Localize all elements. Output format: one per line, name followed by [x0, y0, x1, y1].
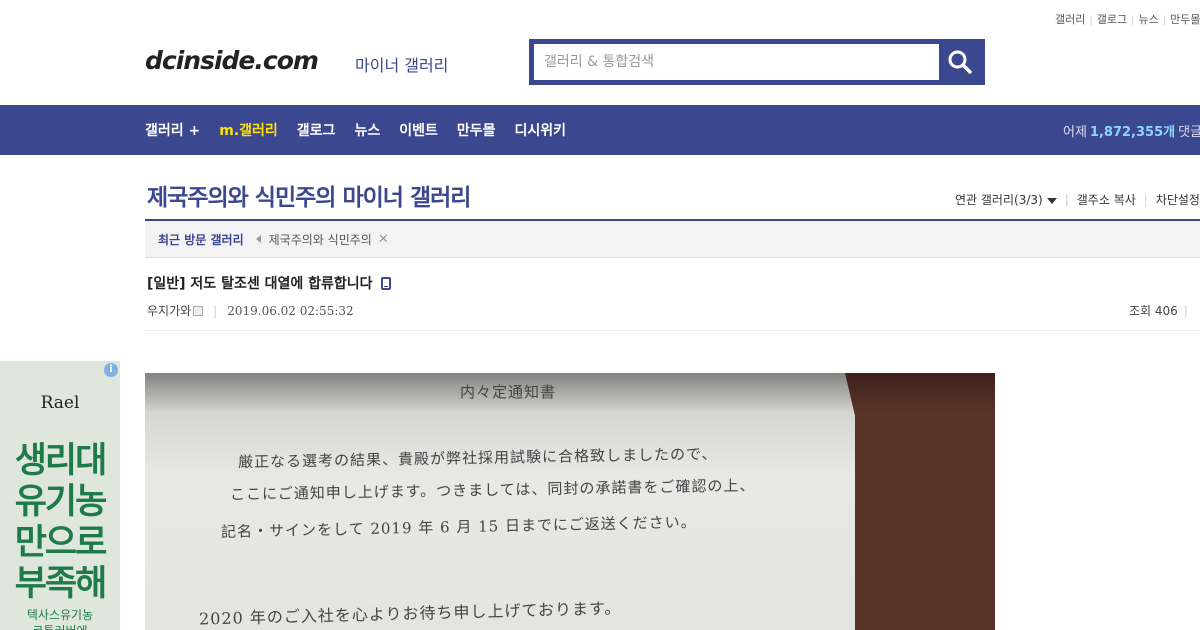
- related-gallery-button[interactable]: 연관 갤러리(3/3): [955, 191, 1057, 208]
- post-meta: 우지가와 | 2019.06.02 02:55:32: [147, 302, 354, 319]
- top-link-gallog[interactable]: 갤로그: [1097, 13, 1127, 26]
- main-nav: 갤러리 + m.갤러리 갤로그 뉴스 이벤트 만두몰 디시위키 어제 1,872…: [0, 105, 1200, 155]
- info-icon[interactable]: i: [104, 363, 118, 377]
- stats-value: 1,872,355개: [1089, 124, 1176, 140]
- nav-gallery[interactable]: 갤러리 +: [145, 120, 200, 140]
- copy-address-button[interactable]: 갤주소 복사: [1077, 191, 1136, 208]
- related-gallery-label: 연관 갤러리(3/3): [955, 193, 1043, 207]
- search-button[interactable]: [940, 44, 980, 80]
- ad-copy-line: 만으로: [14, 523, 108, 563]
- nav-stats: 어제 1,872,355개 댓글: [1063, 105, 1200, 155]
- gallery-tools: 연관 갤러리(3/3) | 갤주소 복사 | 차단설정: [955, 191, 1200, 208]
- ad-copy-line: 생리대: [14, 441, 108, 481]
- recent-gallery-label: 최근 방문 갤러리: [158, 232, 244, 247]
- ad-copy: 생리대 유기농 만으로 부족해: [0, 441, 120, 605]
- nav-event[interactable]: 이벤트: [399, 120, 438, 140]
- top-link-mall[interactable]: 만두몰: [1170, 13, 1200, 26]
- post-title: [일반] 저도 탈조센 대열에 합류합니다: [147, 273, 391, 293]
- image-shadow: [145, 373, 995, 413]
- post-author[interactable]: 우지가와: [147, 302, 191, 319]
- minor-gallery-label[interactable]: 마이너 갤러리: [355, 52, 448, 76]
- post-views: 조회 406: [1129, 304, 1178, 318]
- block-settings-button[interactable]: 차단설정: [1156, 191, 1200, 208]
- search-box: [529, 39, 985, 85]
- post-title-text: [일반] 저도 탈조센 대열에 합류합니다: [147, 276, 373, 292]
- search-icon: [948, 50, 972, 74]
- top-link-gallery[interactable]: 갤러리: [1055, 13, 1085, 26]
- nav-m-gallery[interactable]: m.갤러리: [219, 120, 278, 140]
- document-heading: 内々定通知書: [460, 383, 557, 401]
- side-ad[interactable]: i Rael 생리대 유기농 만으로 부족해 텍사스유기농 코튼커버에: [0, 361, 120, 630]
- gallery-title[interactable]: 제국주의와 식민주의 마이너 갤러리: [147, 178, 471, 212]
- post-image: 内々定通知書 厳正なる選考の結果、貴殿が弊社採用試験に合格致しましたので、 ここ…: [145, 373, 995, 630]
- site-logo[interactable]: dcinside.com: [145, 46, 319, 75]
- stats-label: 어제: [1063, 124, 1087, 140]
- top-link-news[interactable]: 뉴스: [1139, 13, 1159, 26]
- arrow-left-icon[interactable]: [255, 235, 261, 243]
- recent-gallery-item[interactable]: 제국주의와 식민주의: [269, 231, 372, 248]
- close-icon[interactable]: ✕: [378, 232, 389, 247]
- search-input[interactable]: [534, 44, 939, 80]
- ad-copy-line: 부족해: [14, 564, 108, 604]
- ad-brand: Rael: [40, 393, 80, 413]
- post-divider: [145, 330, 1200, 331]
- ad-copy-line: 유기농: [14, 482, 108, 522]
- post-date: 2019.06.02 02:55:32: [227, 303, 354, 318]
- nav-gallog[interactable]: 갤로그: [297, 120, 336, 140]
- nav-mall[interactable]: 만두몰: [457, 120, 496, 140]
- nickname-icon: [193, 305, 204, 316]
- recent-gallery-bar: 최근 방문 갤러리 제국주의와 식민주의 ✕: [145, 221, 1200, 258]
- top-links: 갤러리 | 갤로그 | 뉴스 | 만두몰: [1055, 13, 1200, 26]
- ad-small-text: 텍사스유기농 코튼커버에: [26, 608, 94, 630]
- nav-wiki[interactable]: 디시위키: [514, 120, 566, 140]
- stats-suffix: 댓글: [1178, 124, 1200, 140]
- nav-news[interactable]: 뉴스: [354, 120, 380, 140]
- post-stats: 조회 406 |: [1129, 304, 1188, 318]
- caret-down-icon: [1046, 198, 1057, 204]
- mobile-icon: [380, 276, 391, 290]
